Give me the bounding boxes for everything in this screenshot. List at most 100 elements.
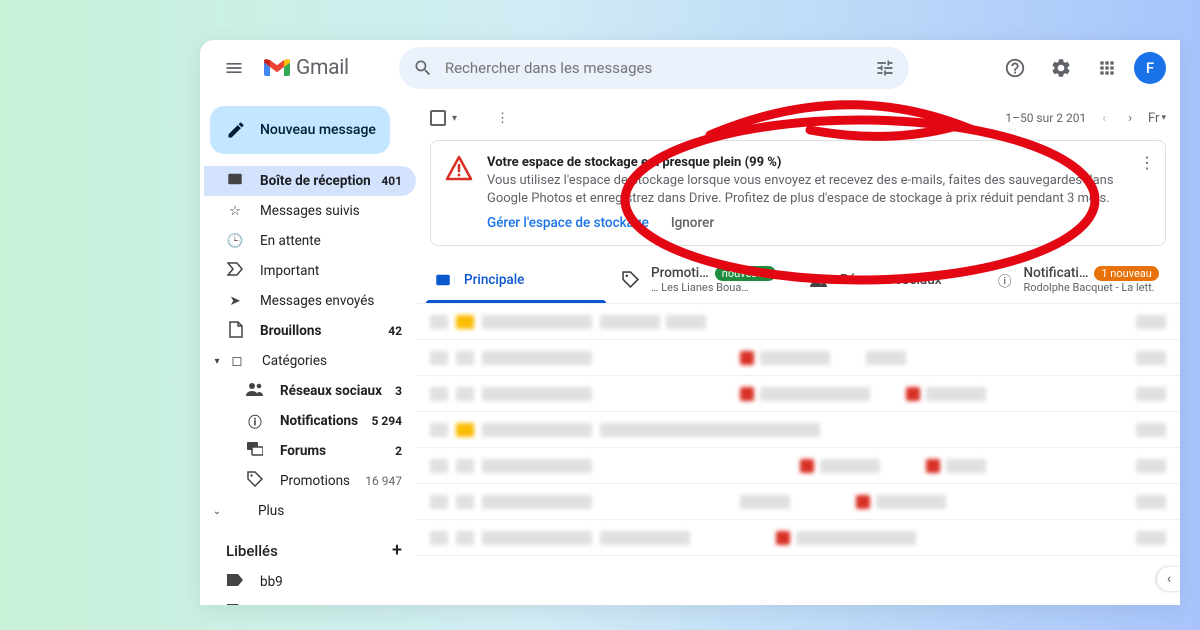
nav-cat-updates[interactable]: ⓘ Notifications 5 294	[204, 406, 416, 436]
send-icon: ➤	[226, 293, 244, 309]
nav-starred[interactable]: ☆ Messages suivis	[204, 196, 416, 226]
important-icon	[226, 262, 244, 280]
label-personnel[interactable]: Personnel	[204, 597, 416, 605]
draft-icon	[226, 321, 244, 342]
toolbar: ▾ ↻ ⋮ 1–50 sur 2 201 ‹ › Fr▾	[416, 96, 1180, 140]
nav-categories[interactable]: ▾ ◻ Catégories	[204, 346, 416, 376]
clock-icon: 🕒	[226, 233, 244, 249]
banner-title: Votre espace de stockage est presque ple…	[487, 155, 1125, 170]
mail-row[interactable]	[416, 448, 1180, 484]
gmail-logo-text: Gmail	[296, 56, 349, 80]
gmail-logo[interactable]: Gmail	[264, 56, 349, 80]
input-tools-button[interactable]: Fr▾	[1148, 111, 1166, 126]
search-options-icon[interactable]	[875, 58, 895, 78]
chevron-down-icon: ⌄	[210, 506, 224, 517]
banner-menu-button[interactable]: ⋮	[1139, 153, 1155, 172]
tab-label: Promoti…	[651, 265, 709, 281]
search-input[interactable]	[445, 59, 863, 77]
inbox-icon	[434, 271, 452, 289]
side-panel-toggle[interactable]: ‹	[1157, 567, 1180, 591]
mail-row[interactable]	[416, 520, 1180, 556]
nav-cat-forums[interactable]: Forums 2	[204, 436, 416, 466]
nav-count: 3	[395, 384, 402, 398]
tab-promotions[interactable]: Promoti…nouveaux … Les Lianes Boua…	[610, 256, 798, 303]
sidebar: Nouveau message Boîte de réception 401 ☆…	[200, 96, 416, 605]
ignore-button[interactable]: Ignorer	[671, 215, 714, 231]
nav-label: Messages envoyés	[260, 293, 374, 309]
nav-label: Notifications	[280, 413, 358, 429]
search-bar[interactable]	[399, 47, 909, 89]
tag-icon	[246, 471, 264, 491]
nav-snoozed[interactable]: 🕒 En attente	[204, 226, 416, 256]
tab-updates[interactable]: ⓘ Notificati…1 nouveau Rodolphe Bacquet …	[986, 256, 1174, 303]
nav-more[interactable]: ⌄ Plus	[204, 496, 416, 526]
account-avatar[interactable]: F	[1134, 52, 1166, 84]
prev-page-button[interactable]: ‹	[1096, 111, 1112, 126]
nav-label: Plus	[258, 503, 284, 519]
help-button[interactable]	[996, 49, 1034, 87]
nav-cat-promotions[interactable]: Promotions 16 947	[204, 466, 416, 496]
tab-label: Notificati…	[1024, 265, 1089, 281]
tag-icon	[622, 271, 639, 288]
label-bb9[interactable]: bb9	[204, 567, 416, 597]
pagination-range: 1–50 sur 2 201	[1005, 111, 1086, 125]
mail-row[interactable]	[416, 376, 1180, 412]
chevron-down-icon: ▾	[210, 356, 224, 367]
tab-sublabel: Rodolphe Bacquet - La lett.	[1024, 281, 1159, 294]
tab-label: Principale	[464, 272, 524, 288]
gear-icon	[1050, 57, 1072, 79]
nav-important[interactable]: Important	[204, 256, 416, 286]
social-icon	[810, 273, 828, 287]
nav-count: 2	[395, 444, 402, 458]
manage-storage-link[interactable]: Gérer l'espace de stockage	[487, 215, 649, 231]
nav-sent[interactable]: ➤ Messages envoyés	[204, 286, 416, 316]
storage-banner: Votre espace de stockage est presque ple…	[430, 140, 1166, 246]
apps-button[interactable]	[1088, 49, 1126, 87]
nav-drafts[interactable]: Brouillons 42	[204, 316, 416, 346]
new-badge: 1 nouveau	[1094, 266, 1158, 281]
mail-row[interactable]	[416, 484, 1180, 520]
tab-primary[interactable]: Principale	[422, 256, 610, 303]
tab-social[interactable]: Réseaux sociaux	[798, 256, 986, 303]
social-icon	[246, 382, 264, 400]
body: Nouveau message Boîte de réception 401 ☆…	[200, 96, 1180, 605]
add-label-button[interactable]: +	[392, 540, 402, 561]
nav-label: Messages suivis	[260, 203, 360, 219]
banner-description: Vous utilisez l'espace de stockage lorsq…	[487, 172, 1125, 207]
nav-label: Forums	[280, 443, 326, 459]
mail-row[interactable]	[416, 304, 1180, 340]
pencil-icon	[226, 120, 246, 140]
nav-label: Brouillons	[260, 323, 321, 339]
next-page-button[interactable]: ›	[1122, 111, 1138, 126]
select-all-checkbox[interactable]	[430, 110, 446, 126]
gmail-logo-icon	[264, 58, 290, 78]
category-tabs: Principale Promoti…nouveaux … Les Lianes…	[416, 256, 1180, 304]
select-dropdown-icon[interactable]: ▾	[452, 113, 457, 124]
tab-label: Réseaux sociaux	[840, 272, 942, 288]
main-panel: ▾ ↻ ⋮ 1–50 sur 2 201 ‹ › Fr▾ Votre espac…	[416, 96, 1180, 605]
settings-button[interactable]	[1042, 49, 1080, 87]
nav-label: Boîte de réception	[260, 173, 371, 189]
nav-label: En attente	[260, 233, 321, 249]
nav-label: Promotions	[280, 473, 350, 489]
nav-label: Important	[260, 263, 319, 279]
compose-label: Nouveau message	[260, 122, 376, 138]
more-button[interactable]: ⋮	[496, 111, 509, 126]
nav-inbox[interactable]: Boîte de réception 401	[204, 166, 416, 196]
nav-cat-social[interactable]: Réseaux sociaux 3	[204, 376, 416, 406]
gmail-window: Gmail F Nouveau message	[200, 40, 1180, 605]
nav-count: 42	[388, 324, 402, 338]
nav-count: 5 294	[371, 414, 402, 428]
compose-button[interactable]: Nouveau message	[210, 106, 390, 154]
mail-row[interactable]	[416, 340, 1180, 376]
mail-list	[416, 304, 1180, 605]
warning-icon	[445, 155, 473, 231]
label-icon	[226, 604, 244, 605]
main-menu-button[interactable]	[214, 48, 254, 88]
nav-count: 16 947	[365, 474, 402, 488]
help-icon	[1004, 57, 1026, 79]
search-icon	[413, 58, 433, 78]
banner-body: Votre espace de stockage est presque ple…	[487, 155, 1125, 231]
label-icon	[226, 574, 244, 590]
mail-row[interactable]	[416, 412, 1180, 448]
